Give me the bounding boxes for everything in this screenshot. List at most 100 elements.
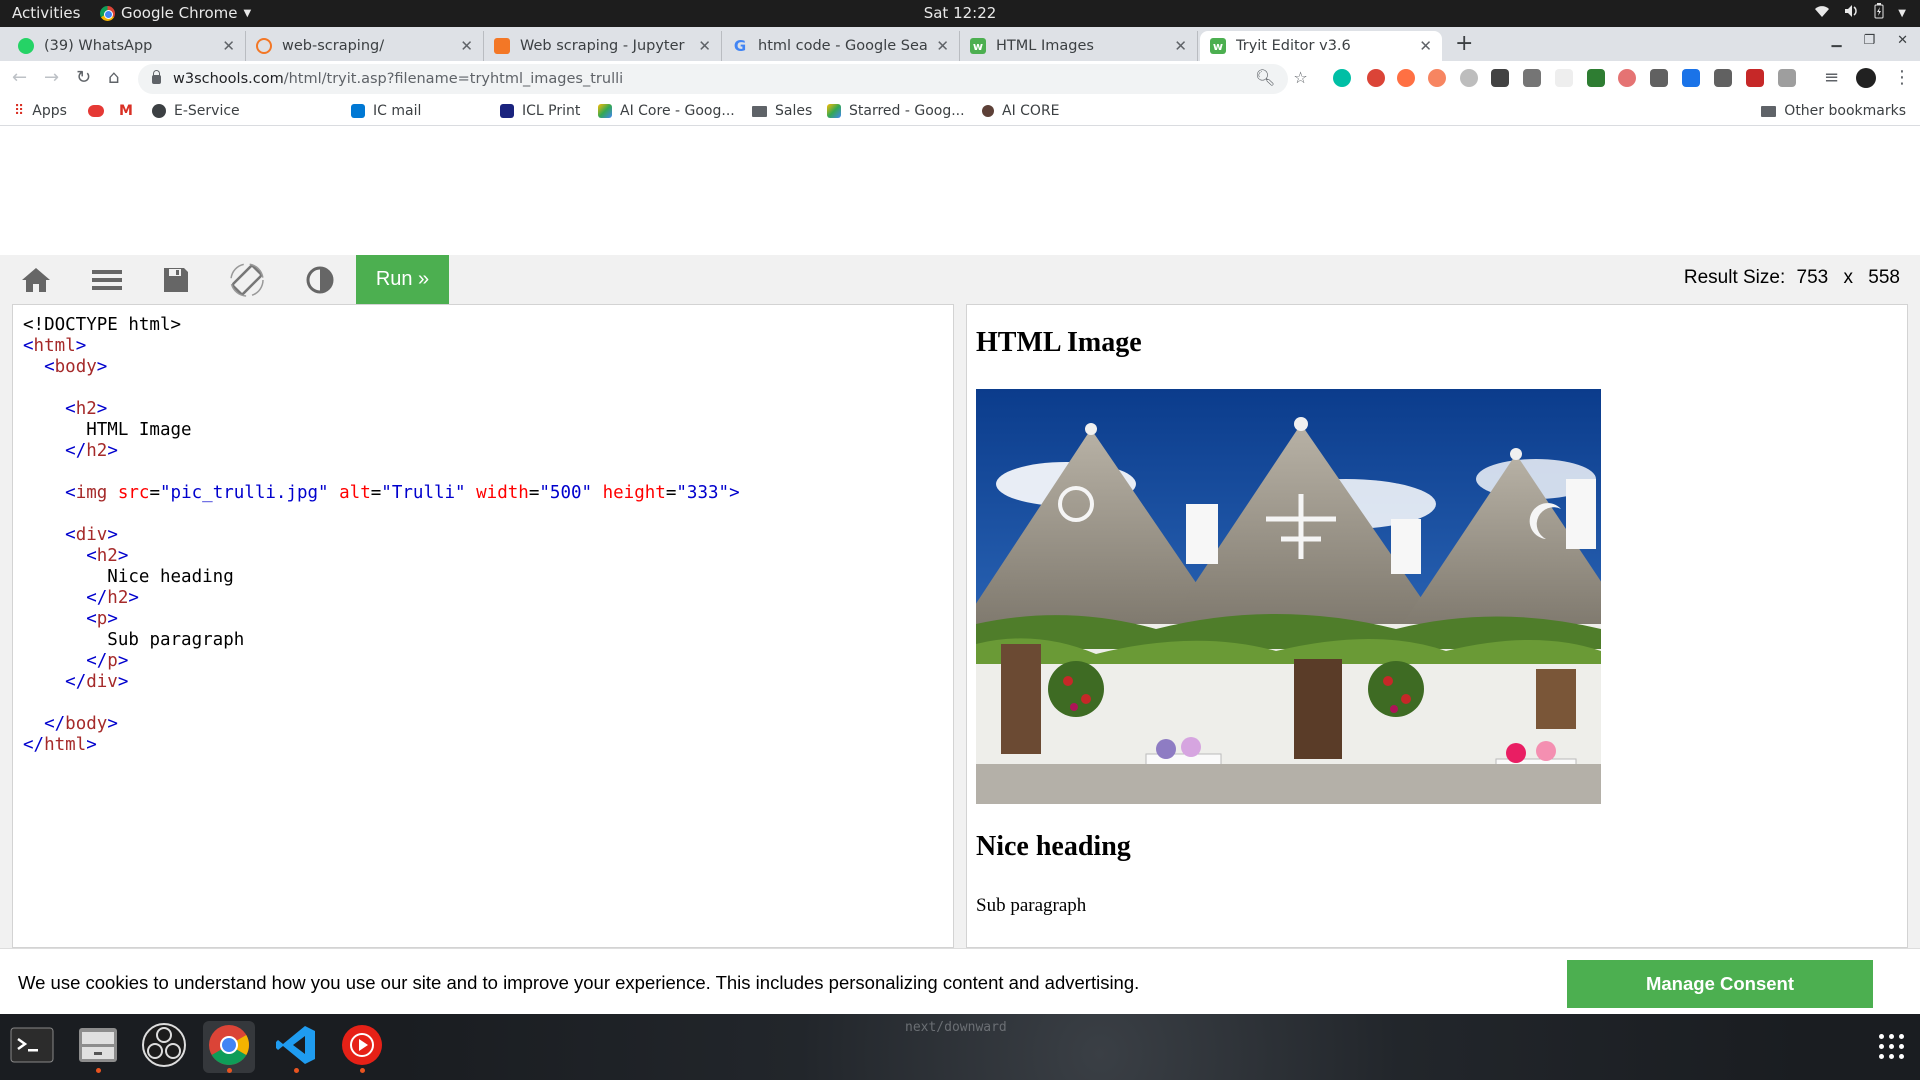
close-tab-icon[interactable]: ✕ [936, 37, 949, 55]
reload-icon[interactable]: ↻ [76, 67, 91, 88]
bookmark-star-icon[interactable]: ☆ [1293, 68, 1307, 87]
power-menu-caret-icon: ▼ [1898, 7, 1906, 19]
extension-window-icon[interactable] [1778, 69, 1796, 87]
extension-red-icon[interactable] [1618, 69, 1636, 87]
close-tab-icon[interactable]: ✕ [1419, 37, 1432, 55]
extension-blank-icon[interactable] [1555, 69, 1573, 87]
bookmarks-bar: ⠿ Apps M E-Service IC mail ICL Print AI … [0, 97, 1920, 126]
dock: next/downward [0, 1014, 1920, 1080]
tab-whatsapp[interactable]: (39) WhatsApp ✕ [8, 31, 246, 61]
bookmark-label: Sales [775, 103, 813, 119]
menu-icon[interactable] [79, 263, 135, 297]
code-text[interactable]: <!DOCTYPE html> <html> <body> <h2> HTML … [23, 315, 740, 756]
new-tab-button[interactable]: + [1455, 31, 1473, 56]
extension-pen-icon[interactable] [1523, 69, 1541, 87]
jupyter-icon [256, 38, 272, 54]
gmail-icon[interactable]: M [119, 103, 133, 119]
extension-m-icon[interactable] [1333, 69, 1351, 87]
bookmark-starred[interactable]: Starred - Goog... [827, 103, 965, 119]
reading-list-icon[interactable]: ≡ [1824, 67, 1839, 88]
code-img-height: "333" [676, 483, 730, 503]
extension-gear-icon[interactable] [1460, 69, 1478, 87]
bookmark-aicore-google[interactable]: AI Core - Goog... [598, 103, 735, 119]
battery-icon [1874, 3, 1884, 23]
extension-badge-icon[interactable] [1367, 69, 1385, 87]
chrome-menu-icon[interactable]: ⋮ [1893, 67, 1911, 88]
run-button[interactable]: Run » [356, 255, 449, 304]
system-status[interactable]: ▼ [1814, 3, 1906, 23]
bookmark-icmail[interactable]: IC mail [351, 103, 421, 119]
restore-icon[interactable]: ❐ [1863, 33, 1875, 48]
close-window-icon[interactable]: ✕ [1897, 33, 1908, 48]
tab-google-search[interactable]: G html code - Google Search ✕ [722, 31, 960, 61]
chrome-app[interactable] [203, 1021, 255, 1073]
forward-icon[interactable]: → [44, 67, 59, 88]
show-applications-icon[interactable] [1879, 1034, 1904, 1059]
caret-down-icon: ▼ [243, 7, 252, 19]
zoom-icon[interactable]: 🔍︎ [1255, 68, 1275, 87]
obs-app[interactable] [138, 1021, 190, 1073]
home-icon[interactable] [8, 263, 64, 297]
bookmark-eservice[interactable]: E-Service [152, 103, 240, 119]
bookmark-sales[interactable]: Sales [752, 103, 812, 119]
lock-icon [152, 69, 161, 84]
terminal-icon [10, 1027, 54, 1067]
activities-button[interactable]: Activities [12, 4, 80, 22]
extension-off-icon[interactable] [1491, 69, 1509, 87]
extension-save-icon[interactable] [1682, 69, 1700, 87]
close-tab-icon[interactable]: ✕ [222, 37, 235, 55]
bookmark-red-icon[interactable] [88, 105, 104, 117]
tab-tryit-editor[interactable]: w Tryit Editor v3.6 ✕ [1200, 31, 1442, 61]
extension-grey-icon[interactable] [1650, 69, 1668, 87]
extension-flag-icon[interactable] [1746, 69, 1764, 87]
profile-avatar[interactable] [1856, 68, 1876, 88]
bookmark-label: AI Core - Goog... [620, 103, 735, 119]
extension-orange-icon[interactable] [1428, 69, 1446, 87]
result-x: x [1843, 267, 1854, 288]
tab-jupyter-notebook[interactable]: Web scraping - Jupyter No ✕ [484, 31, 722, 61]
save-icon[interactable] [148, 263, 204, 297]
close-tab-icon[interactable]: ✕ [698, 37, 711, 55]
bookmark-apps[interactable]: ⠿ Apps [14, 103, 67, 119]
result-frame[interactable]: HTML Image Nice heading Sub paragraph [966, 304, 1908, 948]
s-icon [500, 104, 514, 118]
extension-fire-icon[interactable] [1397, 69, 1415, 87]
os-top-bar: Activities Google Chrome ▼ Sat 12:22 ▼ [0, 0, 1920, 27]
result-heading: HTML Image [976, 327, 1142, 358]
close-tab-icon[interactable]: ✕ [460, 37, 473, 55]
bookmark-label: Apps [32, 103, 67, 119]
code-nice-heading: Nice heading [107, 567, 234, 587]
close-tab-icon[interactable]: ✕ [1174, 37, 1187, 55]
manage-consent-button[interactable]: Manage Consent [1567, 960, 1873, 1008]
terminal-app[interactable] [6, 1021, 58, 1073]
back-icon[interactable]: ← [12, 67, 27, 88]
bookmark-other[interactable]: Other bookmarks [1761, 103, 1906, 119]
vscode-app[interactable] [270, 1021, 322, 1073]
youtube-music-app[interactable] [336, 1021, 388, 1073]
extension-cors-icon[interactable] [1587, 69, 1605, 87]
extension-facebook-icon[interactable] [1714, 69, 1732, 87]
running-indicator [96, 1068, 101, 1073]
folder-icon [752, 105, 767, 117]
bookmark-iclprint[interactable]: ICL Print [500, 103, 580, 119]
bookmark-aicore[interactable]: AI CORE [982, 103, 1060, 119]
minimize-icon[interactable]: ▁ [1831, 33, 1841, 48]
url-path: /html/tryit.asp?filename=tryhtml_images_… [283, 71, 624, 87]
google-drive-icon [827, 104, 841, 118]
cookie-banner: We use cookies to understand how you use… [0, 948, 1920, 1014]
dark-mode-icon[interactable] [292, 263, 348, 297]
home-icon[interactable]: ⌂ [108, 67, 119, 88]
files-app[interactable] [72, 1021, 124, 1073]
tryit-toolbar: Run » Result Size: 753 x 558 [0, 255, 1920, 304]
rotate-layout-icon[interactable] [219, 263, 275, 297]
address-bar[interactable]: w3schools.com/html/tryit.asp?filename=tr… [138, 64, 1288, 94]
code-doctype: <!DOCTYPE html> [23, 315, 182, 335]
aicore-icon [982, 105, 994, 117]
code-sub-paragraph: Sub paragraph [107, 630, 245, 650]
code-editor[interactable]: <!DOCTYPE html> <html> <body> <h2> HTML … [12, 304, 954, 948]
clock[interactable]: Sat 12:22 [924, 4, 997, 22]
tab-html-images[interactable]: w HTML Images ✕ [960, 31, 1198, 61]
tab-web-scraping[interactable]: web-scraping/ ✕ [246, 31, 484, 61]
app-menu[interactable]: Google Chrome ▼ [100, 4, 251, 22]
dock-hint: next/downward [905, 1020, 1007, 1035]
